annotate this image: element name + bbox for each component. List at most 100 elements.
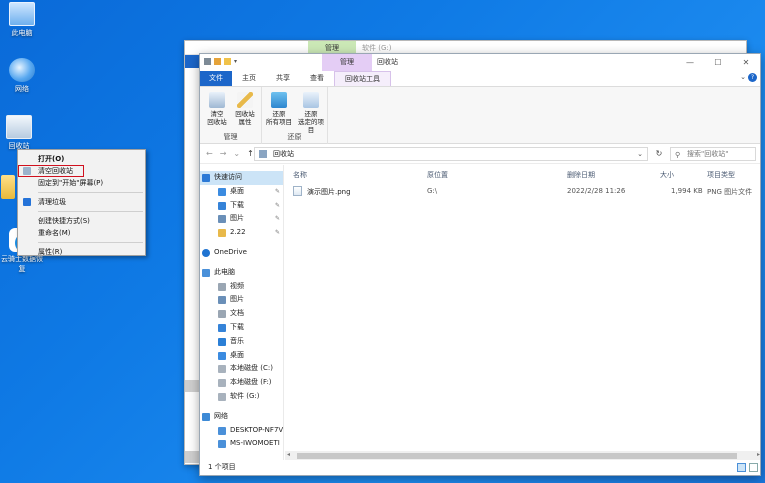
computer-icon <box>202 268 210 277</box>
desktop-icon-network[interactable]: 网络 <box>0 58 44 94</box>
drive-icon <box>218 379 226 388</box>
table-row[interactable]: 演示图片.png G:\ 2022/2/28 11:26 1,994 KB PN… <box>285 184 760 198</box>
restore-all-button[interactable]: 还原 所有项目 <box>265 92 293 126</box>
properties-quick-icon[interactable] <box>214 58 221 65</box>
nav-this-pc[interactable]: 此电脑 <box>200 266 283 280</box>
tab-home[interactable]: 主页 <box>232 71 266 86</box>
help-icon[interactable]: ? <box>748 73 757 82</box>
nav-item-drive-f[interactable]: 本地磁盘 (F:) <box>200 376 283 390</box>
nav-item-videos[interactable]: 视频 <box>200 280 283 294</box>
ribbon-group-label: 管理 <box>223 133 238 141</box>
column-header-date[interactable]: 删除日期 <box>567 170 595 180</box>
menu-divider <box>38 192 143 193</box>
search-input[interactable]: ⚲ 搜索"回收站" <box>670 147 756 161</box>
menu-item-pin-to-start[interactable]: 固定到"开始"屏幕(P) <box>18 177 145 189</box>
column-header-location[interactable]: 原位置 <box>427 170 448 180</box>
back-arrow-icon[interactable]: ← <box>206 149 213 158</box>
address-bar[interactable]: 回收站 ⌄ <box>254 147 648 161</box>
scroll-left-icon[interactable]: ◂ <box>287 451 290 458</box>
close-button[interactable]: ✕ <box>732 54 760 71</box>
file-size: 1,994 KB <box>671 187 703 195</box>
column-header-size[interactable]: 大小 <box>660 170 674 180</box>
column-header-name[interactable]: 名称 <box>293 170 307 180</box>
folder-icon <box>218 229 226 238</box>
nav-network[interactable]: 网络 <box>200 410 283 424</box>
nav-item-downloads[interactable]: 下载 <box>200 321 283 335</box>
nav-item-network-pc[interactable]: DESKTOP-NF7V <box>200 424 283 438</box>
shield-icon <box>23 198 31 206</box>
forward-arrow-icon[interactable]: → <box>220 149 227 158</box>
tab-file[interactable]: 文件 <box>200 71 232 86</box>
nav-onedrive[interactable]: OneDrive <box>200 246 283 260</box>
restore-selected-button[interactable]: 还原 选定的项目 <box>295 92 327 134</box>
large-icons-view-icon[interactable] <box>749 463 758 472</box>
empty-recycle-bin-button[interactable]: 清空 回收站 <box>203 92 231 126</box>
menu-item-empty-recycle-bin[interactable]: 清空回收站 <box>18 165 84 177</box>
chevron-down-icon[interactable]: ⌄ <box>740 73 746 81</box>
empty-recycle-bin-icon <box>209 92 225 108</box>
desktop-icon-label: 此电脑 <box>11 29 33 37</box>
restore-selected-icon <box>303 92 319 108</box>
nav-item-network-pc[interactable]: MS-IWOMOETI <box>200 437 283 451</box>
recent-chevron-icon[interactable]: ⌄ <box>233 149 240 158</box>
menu-item-create-shortcut[interactable]: 创建快捷方式(S) <box>18 215 145 227</box>
maximize-button[interactable]: ☐ <box>704 54 732 71</box>
nav-item-desktop[interactable]: 桌面 <box>200 349 283 363</box>
details-view-icon[interactable] <box>737 463 746 472</box>
desktop-icon-this-pc[interactable]: 此电脑 <box>0 2 44 38</box>
recycle-bin-properties-label: 回收站 属性 <box>235 110 255 126</box>
menu-item-properties[interactable]: 属性(R) <box>18 246 145 258</box>
restore-selected-label: 还原 选定的项目 <box>298 110 324 134</box>
refresh-icon[interactable]: ↻ <box>652 147 666 161</box>
nav-item-downloads[interactable]: 下载 ✎ <box>200 199 283 213</box>
computer-icon <box>218 440 226 449</box>
pin-icon[interactable]: ✎ <box>275 185 280 199</box>
pin-icon[interactable]: ✎ <box>275 226 280 240</box>
recycle-bin-icon <box>6 115 32 139</box>
folder-quick-icon[interactable] <box>224 58 231 65</box>
menu-item-clean-junk[interactable]: 清理垃圾 <box>18 196 145 208</box>
scroll-right-icon[interactable]: ▸ <box>757 451 760 458</box>
desktop-icon-recycle-bin[interactable]: 回收站 <box>0 115 41 151</box>
column-header-type[interactable]: 项目类型 <box>707 170 735 180</box>
scrollbar-thumb[interactable] <box>297 453 737 459</box>
nav-item-pictures[interactable]: 图片 ✎ <box>200 212 283 226</box>
recycle-bin-properties-button[interactable]: 回收站 属性 <box>231 92 259 126</box>
desktop-icon-folder[interactable] <box>0 175 16 201</box>
nav-item-desktop[interactable]: 桌面 ✎ <box>200 185 283 199</box>
pictures-icon <box>218 296 226 305</box>
menu-item-rename[interactable]: 重命名(M) <box>18 227 145 239</box>
nav-item-pictures[interactable]: 图片 <box>200 293 283 307</box>
minimize-button[interactable]: — <box>676 54 704 71</box>
file-list: 名称 原位置 删除日期 大小 项目类型 演示图片.png G:\ 2022/2/… <box>285 165 760 461</box>
window-titlebar[interactable]: ▾ 管理 回收站 — ☐ ✕ <box>200 54 760 71</box>
nav-item-drive-c[interactable]: 本地磁盘 (C:) <box>200 362 283 376</box>
nav-item-documents[interactable]: 文档 <box>200 307 283 321</box>
restore-all-icon <box>271 92 287 108</box>
chevron-down-icon[interactable]: ⌄ <box>637 148 643 160</box>
nav-item-folder-222[interactable]: 2.22 ✎ <box>200 226 283 240</box>
video-icon <box>218 282 226 291</box>
ribbon-group-restore: 还原 所有项目 还原 选定的项目 还原 <box>262 87 328 145</box>
tab-share[interactable]: 共享 <box>266 71 300 86</box>
tab-recycle-bin-tools[interactable]: 回收站工具 <box>334 71 391 86</box>
nav-quick-access[interactable]: 快速访问 <box>200 171 283 185</box>
quick-access-toolbar: ▾ <box>204 58 240 65</box>
chevron-down-icon[interactable]: ▾ <box>234 58 240 65</box>
drive-icon <box>218 365 226 374</box>
pin-icon[interactable]: ✎ <box>275 199 280 213</box>
computer-icon <box>9 2 35 26</box>
nav-item-drive-g[interactable]: 软件 (G:) <box>200 390 283 404</box>
recycle-bin-window[interactable]: ▾ 管理 回收站 — ☐ ✕ 文件 主页 共享 查看 回收站工具 ⌄ ? 清空 … <box>199 53 761 476</box>
recycle-bin-small-icon <box>204 58 211 65</box>
file-location: G:\ <box>427 187 438 195</box>
music-icon <box>218 337 226 346</box>
star-icon <box>202 174 210 182</box>
image-file-icon <box>293 186 302 196</box>
menu-item-open[interactable]: 打开(O) <box>18 153 145 165</box>
nav-item-music[interactable]: 音乐 <box>200 335 283 349</box>
window-controls: — ☐ ✕ <box>676 54 760 71</box>
pin-icon[interactable]: ✎ <box>275 212 280 226</box>
up-arrow-icon[interactable]: ↑ <box>247 149 254 158</box>
tab-view[interactable]: 查看 <box>300 71 334 86</box>
